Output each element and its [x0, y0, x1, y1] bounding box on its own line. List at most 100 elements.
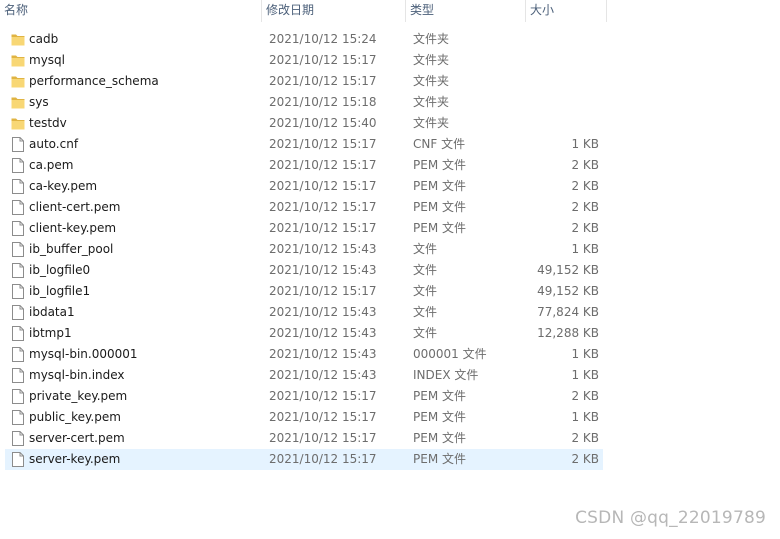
file-size: 12,288 KB — [537, 326, 599, 340]
file-icon — [11, 200, 25, 215]
file-row[interactable]: ib_logfile1 2021/10/12 15:17 文件 49,152 KB — [5, 281, 603, 302]
file-size — [465, 92, 599, 113]
file-size: 1 KB — [571, 410, 599, 424]
file-modified-date: 2021/10/12 15:17 — [269, 221, 377, 235]
file-modified-date: 2021/10/12 15:17 — [269, 74, 377, 88]
file-row[interactable]: client-key.pem 2021/10/12 15:17 PEM 文件 2 KB — [5, 218, 603, 239]
file-row[interactable]: ib_buffer_pool 2021/10/12 15:43 文件 1 KB — [5, 239, 603, 260]
file-icon — [11, 326, 25, 341]
file-size: 1 KB — [571, 242, 599, 256]
file-size: 49,152 KB — [537, 263, 599, 277]
file-modified-date: 2021/10/12 15:17 — [269, 137, 377, 151]
file-type: PEM 文件 — [413, 158, 466, 172]
file-type: PEM 文件 — [413, 179, 466, 193]
file-type: 文件夹 — [413, 116, 450, 130]
file-size: 2 KB — [571, 431, 599, 445]
column-header-date[interactable]: 修改日期 — [262, 0, 406, 22]
file-name: cadb — [29, 32, 59, 46]
file-size — [465, 71, 599, 92]
file-row[interactable]: ibdata1 2021/10/12 15:43 文件 77,824 KB — [5, 302, 603, 323]
file-icon — [11, 431, 25, 446]
file-modified-date: 2021/10/12 15:24 — [269, 32, 377, 46]
file-size: 1 KB — [571, 347, 599, 361]
file-row[interactable]: ibtmp1 2021/10/12 15:43 文件 12,288 KB — [5, 323, 603, 344]
file-type: PEM 文件 — [413, 200, 466, 214]
file-modified-date: 2021/10/12 15:17 — [269, 284, 377, 298]
file-name: performance_schema — [29, 74, 159, 88]
file-name: ib_buffer_pool — [29, 242, 114, 256]
file-row[interactable]: performance_schema 2021/10/12 15:17 文件夹 — [5, 71, 603, 92]
file-size — [465, 50, 599, 71]
file-type: 文件 — [413, 242, 438, 256]
folder-icon — [11, 53, 25, 68]
file-row[interactable]: client-cert.pem 2021/10/12 15:17 PEM 文件 2 K… — [5, 197, 603, 218]
file-row[interactable]: auto.cnf 2021/10/12 15:17 CNF 文件 1 KB — [5, 134, 603, 155]
file-modified-date: 2021/10/12 15:43 — [269, 347, 377, 361]
file-modified-date: 2021/10/12 15:17 — [269, 410, 377, 424]
file-name: ca.pem — [29, 158, 74, 172]
file-row[interactable]: server-cert.pem 2021/10/12 15:17 PEM 文件 2 K… — [5, 428, 603, 449]
file-modified-date: 2021/10/12 15:17 — [269, 179, 377, 193]
file-modified-date: 2021/10/12 15:17 — [269, 53, 377, 67]
file-name: ibdata1 — [29, 305, 75, 319]
file-row[interactable]: mysql-bin.000001 2021/10/12 15:43 000001 文… — [5, 344, 603, 365]
file-name: client-key.pem — [29, 221, 117, 235]
file-name: client-cert.pem — [29, 200, 121, 214]
file-name: mysql-bin.index — [29, 368, 125, 382]
file-row[interactable]: sys 2021/10/12 15:18 文件夹 — [5, 92, 603, 113]
file-icon — [11, 305, 25, 320]
column-header-size[interactable]: 大小 — [526, 0, 607, 22]
file-row[interactable]: private_key.pem 2021/10/12 15:17 PEM 文件 2 K… — [5, 386, 603, 407]
file-size — [465, 29, 599, 50]
file-icon — [11, 368, 25, 383]
column-header-type[interactable]: 类型 — [406, 0, 526, 22]
file-type: 文件夹 — [413, 95, 450, 109]
file-name: ib_logfile1 — [29, 284, 91, 298]
file-row[interactable]: testdv 2021/10/12 15:40 文件夹 — [5, 113, 603, 134]
file-size: 77,824 KB — [537, 305, 599, 319]
file-type: 文件 — [413, 284, 438, 298]
file-row[interactable]: ca.pem 2021/10/12 15:17 PEM 文件 2 KB — [5, 155, 603, 176]
file-row[interactable]: mysql 2021/10/12 15:17 文件夹 — [5, 50, 603, 71]
watermark: CSDN @qq_22019789 — [575, 508, 766, 528]
column-header-name[interactable]: 名称 — [0, 0, 262, 22]
file-row[interactable]: ca-key.pem 2021/10/12 15:17 PEM 文件 2 KB — [5, 176, 603, 197]
file-icon — [11, 137, 25, 152]
file-name: mysql — [29, 53, 65, 67]
column-header-bar: 名称 修改日期 类型 大小 — [0, 0, 607, 22]
file-icon — [11, 242, 25, 257]
file-modified-date: 2021/10/12 15:43 — [269, 263, 377, 277]
file-icon — [11, 284, 25, 299]
file-size: 1 KB — [571, 368, 599, 382]
file-type: 文件 — [413, 305, 438, 319]
file-size: 2 KB — [571, 389, 599, 403]
file-icon — [11, 179, 25, 194]
file-size: 1 KB — [571, 137, 599, 151]
file-name: ibtmp1 — [29, 326, 72, 340]
file-icon — [11, 389, 25, 404]
file-modified-date: 2021/10/12 15:17 — [269, 158, 377, 172]
file-name: ca-key.pem — [29, 179, 98, 193]
file-modified-date: 2021/10/12 15:43 — [269, 242, 377, 256]
folder-icon — [11, 116, 25, 131]
file-row[interactable]: public_key.pem 2021/10/12 15:17 PEM 文件 1 KB — [5, 407, 603, 428]
folder-icon — [11, 32, 25, 47]
folder-icon — [11, 95, 25, 110]
file-name: mysql-bin.000001 — [29, 347, 138, 361]
file-type: PEM 文件 — [413, 452, 466, 466]
file-modified-date: 2021/10/12 15:43 — [269, 368, 377, 382]
file-modified-date: 2021/10/12 15:43 — [269, 305, 377, 319]
file-size: 49,152 KB — [537, 284, 599, 298]
file-row[interactable]: mysql-bin.index 2021/10/12 15:43 INDEX 文件 1… — [5, 365, 603, 386]
file-name: ib_logfile0 — [29, 263, 91, 277]
file-size — [465, 113, 599, 134]
file-modified-date: 2021/10/12 15:17 — [269, 389, 377, 403]
file-row[interactable]: cadb 2021/10/12 15:24 文件夹 — [5, 29, 603, 50]
file-icon — [11, 263, 25, 278]
file-row[interactable]: ib_logfile0 2021/10/12 15:43 文件 49,152 KB — [5, 260, 603, 281]
file-name: server-key.pem — [29, 452, 121, 466]
file-name: sys — [29, 95, 49, 109]
file-name: private_key.pem — [29, 389, 128, 403]
file-row[interactable]: server-key.pem 2021/10/12 15:17 PEM 文件 2 KB — [5, 449, 603, 470]
file-size: 2 KB — [571, 179, 599, 193]
